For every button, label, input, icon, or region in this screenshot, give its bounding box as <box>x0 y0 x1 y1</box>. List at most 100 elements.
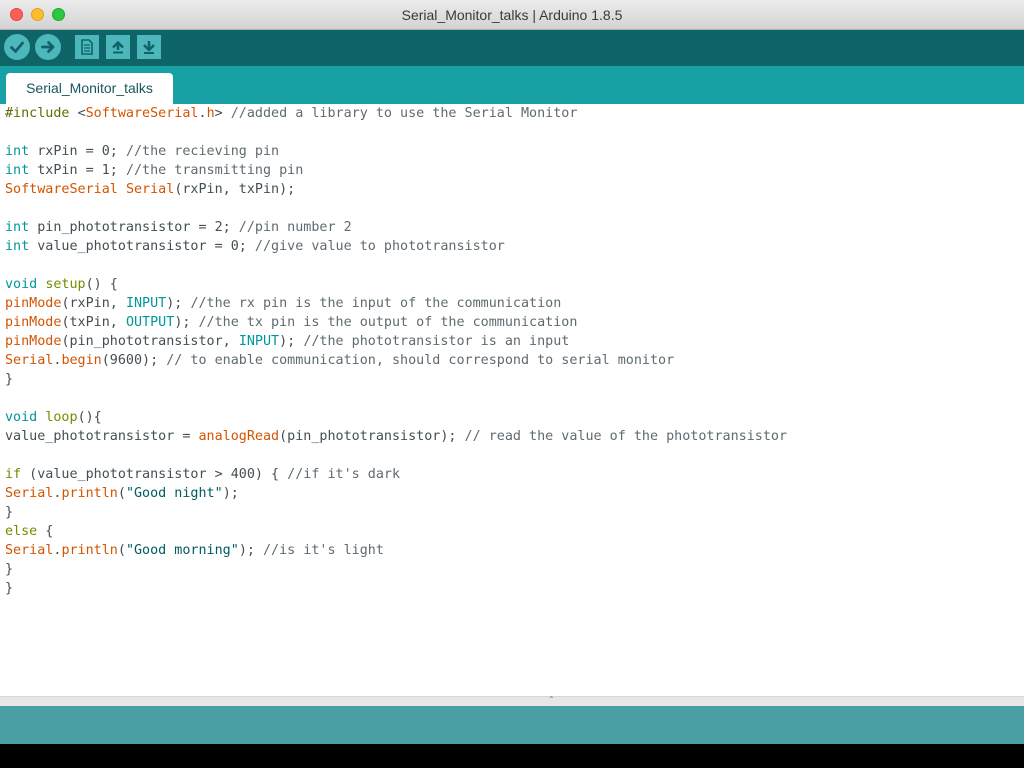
code-token-string: "Good morning" <box>125 543 239 558</box>
upload-button[interactable] <box>35 34 61 60</box>
console-area <box>0 706 1024 744</box>
code-token-text: . <box>198 106 207 121</box>
code-token-func: h <box>206 106 215 121</box>
code-line[interactable]: if (value_phototransistor > 400) { //if … <box>5 465 787 484</box>
code-token-kw: else <box>5 524 38 539</box>
code-line[interactable]: Serial.println("Good morning"); //is it'… <box>5 541 787 560</box>
code-token-text: } <box>5 581 14 596</box>
code-token-comment: // to enable communication, should corre… <box>166 353 675 368</box>
code-line[interactable]: void setup() { <box>5 275 787 294</box>
code-token-text: ); <box>238 543 263 558</box>
code-token-text: ( <box>117 486 126 501</box>
code-line[interactable]: pinMode(txPin, OUTPUT); //the tx pin is … <box>5 313 787 332</box>
code-token-text: pin_phototransistor = 2; <box>29 220 239 235</box>
code-token-comment: //is it's light <box>263 543 384 558</box>
code-token-func: pinMode <box>5 296 62 311</box>
new-sketch-button[interactable] <box>75 35 99 59</box>
code-token-text: (){ <box>77 410 102 425</box>
code-token-func: begin <box>61 353 102 368</box>
save-sketch-button[interactable] <box>137 35 161 59</box>
code-token-comment: //if it's dark <box>287 467 401 482</box>
code-token-type: void <box>5 277 38 292</box>
code-token-text: ); <box>174 315 199 330</box>
code-line[interactable]: int txPin = 1; //the transmitting pin <box>5 161 787 180</box>
code-token-string: "Good night" <box>125 486 223 501</box>
screen-bottom <box>0 744 1024 768</box>
code-token-text: (txPin, <box>61 315 126 330</box>
code-token-text: value_phototransistor = <box>5 429 199 444</box>
code-token-comment: // read the value of the phototransistor <box>464 429 788 444</box>
code-line[interactable]: } <box>5 579 787 598</box>
code-token-const: OUTPUT <box>125 315 175 330</box>
code-line[interactable] <box>5 256 787 275</box>
code-line[interactable]: } <box>5 370 787 389</box>
code-token-func: analogRead <box>198 429 280 444</box>
code-line[interactable] <box>5 446 787 465</box>
code-token-text: { <box>37 524 54 539</box>
code-line[interactable]: void loop(){ <box>5 408 787 427</box>
code-token-type: int <box>5 163 30 178</box>
code-line[interactable]: int rxPin = 0; //the recieving pin <box>5 142 787 161</box>
code-token-kw: setup <box>45 277 86 292</box>
code-line[interactable]: else { <box>5 522 787 541</box>
code-token-text: (pin_phototransistor); <box>279 429 465 444</box>
code-token-func: Serial <box>5 353 54 368</box>
code-line[interactable]: pinMode(pin_phototransistor, INPUT); //t… <box>5 332 787 351</box>
code-token-text: } <box>5 372 14 387</box>
code-token-func: pinMode <box>5 334 62 349</box>
code-line[interactable]: Serial.println("Good night"); <box>5 484 787 503</box>
code-line[interactable]: pinMode(rxPin, INPUT); //the rx pin is t… <box>5 294 787 313</box>
code-token-text: ); <box>279 334 304 349</box>
code-token-comment: //the rx pin is the input of the communi… <box>190 296 562 311</box>
code-token-comment: //the phototransistor is an input <box>303 334 570 349</box>
code-token-func: SoftwareSerial <box>85 106 199 121</box>
code-line[interactable] <box>5 199 787 218</box>
open-sketch-button[interactable] <box>106 35 130 59</box>
code-token-pre: #include <box>5 106 78 121</box>
code-token-text: < <box>77 106 86 121</box>
code-token-const: INPUT <box>238 334 280 349</box>
code-token-kw: loop <box>45 410 78 425</box>
code-token-text: () { <box>85 277 118 292</box>
code-token-const: INPUT <box>125 296 167 311</box>
code-line[interactable]: #include <SoftwareSerial.h> //added a li… <box>5 104 787 123</box>
new-file-icon <box>81 39 93 55</box>
code-token-type: void <box>5 410 38 425</box>
code-token-text: ( <box>117 543 126 558</box>
arduino-ide-window: Serial_Monitor_talks | Arduino 1.8.5 Ser… <box>0 0 1024 768</box>
code-token-comment: //added a library to use the Serial Moni… <box>230 106 578 121</box>
title-bar[interactable]: Serial_Monitor_talks | Arduino 1.8.5 <box>0 0 1024 30</box>
code-token-text: ); <box>222 486 239 501</box>
verify-button[interactable] <box>4 34 30 60</box>
code-line[interactable] <box>5 389 787 408</box>
code-token-func: println <box>61 486 118 501</box>
code-line[interactable]: Serial.begin(9600); // to enable communi… <box>5 351 787 370</box>
checkmark-icon <box>10 41 24 53</box>
down-arrow-icon <box>143 41 155 54</box>
toolbar <box>0 30 1024 66</box>
code-token-text: rxPin = 0; <box>29 144 126 159</box>
up-arrow-icon <box>112 41 124 54</box>
code-token-type: int <box>5 144 30 159</box>
code-text[interactable]: #include <SoftwareSerial.h> //added a li… <box>5 104 787 598</box>
code-line[interactable]: value_phototransistor = analogRead(pin_p… <box>5 427 787 446</box>
code-line[interactable]: int value_phototransistor = 0; //give va… <box>5 237 787 256</box>
code-token-comment: //the tx pin is the output of the commun… <box>198 315 578 330</box>
code-token-kw: if <box>5 467 22 482</box>
splitter-grip-icon[interactable]: ⌃ <box>548 696 555 704</box>
code-token-comment: //give value to phototransistor <box>254 239 505 254</box>
code-editor[interactable]: #include <SoftwareSerial.h> //added a li… <box>0 104 1024 696</box>
code-line[interactable]: SoftwareSerial Serial(rxPin, txPin); <box>5 180 787 199</box>
code-token-text: } <box>5 562 14 577</box>
code-token-text: ); <box>166 296 191 311</box>
code-token-text: value_phototransistor = 0; <box>29 239 255 254</box>
tab-bar: Serial_Monitor_talks <box>0 66 1024 104</box>
code-line[interactable]: } <box>5 560 787 579</box>
tab-serial-monitor-talks[interactable]: Serial_Monitor_talks <box>6 73 173 104</box>
code-line[interactable] <box>5 123 787 142</box>
code-token-text: (9600); <box>101 353 167 368</box>
code-line[interactable]: int pin_phototransistor = 2; //pin numbe… <box>5 218 787 237</box>
console-splitter[interactable]: ⌃ <box>0 696 1024 706</box>
code-token-type: int <box>5 239 30 254</box>
code-line[interactable]: } <box>5 503 787 522</box>
